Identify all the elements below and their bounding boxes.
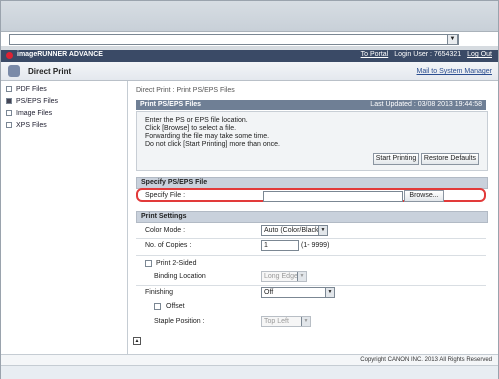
- sidebar-item-label: Image Files: [16, 110, 53, 117]
- two-sided-label: Print 2-Sided: [156, 260, 197, 267]
- chevron-down-icon: ▼: [297, 272, 306, 281]
- bullet-icon: [6, 98, 12, 105]
- staple-label: Staple Position :: [154, 318, 205, 325]
- binding-value: Long Edge: [264, 273, 298, 280]
- scroll-top-icon[interactable]: ▲: [133, 337, 141, 345]
- panel-title-bar: Print PS/EPS Files Last Updated : 03/08 …: [136, 100, 486, 110]
- sidebar-item-xps[interactable]: XPS Files: [6, 121, 47, 131]
- bullet-icon: [6, 86, 12, 93]
- two-sided-checkbox[interactable]: [145, 260, 152, 267]
- sidebar-item-label: PS/EPS Files: [16, 98, 59, 105]
- sidebar: PDF Files PS/EPS Files Image Files XPS F…: [1, 81, 128, 354]
- finishing-select[interactable]: Off ▼: [261, 287, 335, 298]
- offset-row: Offset: [136, 300, 486, 314]
- main-content: Direct Print : Print PS/EPS Files Print …: [131, 81, 497, 354]
- finishing-value: Off: [264, 289, 274, 296]
- browse-button[interactable]: Browse...: [404, 190, 444, 202]
- instruction-line: Enter the PS or EPS file location.: [145, 117, 248, 124]
- binding-label: Binding Location: [154, 273, 206, 280]
- header-links: To Portal Login User : 7654321 Log Out: [357, 51, 492, 58]
- browser-toolbar: [1, 1, 498, 32]
- staple-select[interactable]: Top Left ▼: [261, 316, 311, 327]
- binding-select[interactable]: Long Edge ▼: [261, 271, 307, 282]
- breadcrumb: Direct Print : Print PS/EPS Files: [136, 87, 235, 94]
- print-settings-section-title: Print Settings: [136, 211, 488, 223]
- staple-row: Staple Position : Top Left ▼: [136, 315, 486, 329]
- copies-input[interactable]: 1: [261, 240, 299, 251]
- file-path-input[interactable]: [263, 191, 403, 202]
- page-header: Direct Print Mail to System Manager: [1, 62, 498, 81]
- color-mode-select[interactable]: Auto (Color/Black) ▼: [261, 225, 328, 236]
- two-sided-row: Print 2-Sided: [136, 257, 486, 271]
- finishing-label: Finishing: [145, 289, 174, 296]
- copies-row: No. of Copies : 1 (1- 9999): [136, 239, 486, 253]
- chevron-down-icon: ▼: [325, 288, 334, 297]
- staple-value: Top Left: [264, 318, 289, 325]
- instructions-panel: Enter the PS or EPS file location. Click…: [136, 111, 488, 171]
- browser-window: ▼ imageRUNNER ADVANCE To Portal Login Us…: [0, 0, 499, 379]
- offset-label: Offset: [166, 303, 185, 310]
- portal-link[interactable]: To Portal: [361, 51, 389, 58]
- color-mode-value: Auto (Color/Black): [264, 227, 321, 234]
- bullet-icon: [6, 122, 12, 129]
- login-user: Login User : 7654321: [394, 51, 462, 58]
- copies-label: No. of Copies :: [145, 242, 192, 249]
- panel-title: Print PS/EPS Files: [140, 101, 202, 108]
- instruction-line: Click [Browse] to select a file.: [145, 125, 237, 132]
- sidebar-item-label: XPS Files: [16, 122, 47, 129]
- specify-file-row: Specify File : Browse...: [136, 188, 486, 202]
- restore-defaults-button[interactable]: Restore Defaults: [421, 153, 479, 165]
- instruction-line: Forwarding the file may take some time.: [145, 133, 270, 140]
- last-updated: Last Updated : 03/08 2013 19:44:58: [370, 101, 482, 108]
- offset-checkbox[interactable]: [154, 303, 161, 310]
- sidebar-item-ps-eps[interactable]: PS/EPS Files: [6, 97, 58, 107]
- color-mode-label: Color Mode :: [145, 227, 186, 234]
- color-mode-row: Color Mode : Auto (Color/Black) ▼: [136, 224, 486, 238]
- canon-logo-icon: [6, 52, 13, 59]
- start-printing-button[interactable]: Start Printing: [373, 153, 419, 165]
- copyright-text: Copyright CANON INC. 2013 All Rights Res…: [360, 357, 492, 363]
- logout-link[interactable]: Log Out: [467, 51, 492, 58]
- brand-title: imageRUNNER ADVANCE: [17, 51, 103, 58]
- app-header: imageRUNNER ADVANCE To Portal Login User…: [1, 50, 498, 62]
- bullet-icon: [6, 110, 12, 117]
- status-bar: [1, 365, 498, 379]
- sidebar-item-image[interactable]: Image Files: [6, 109, 52, 119]
- mail-link[interactable]: Mail to System Manager: [417, 68, 492, 75]
- sidebar-item-pdf[interactable]: PDF Files: [6, 85, 47, 95]
- address-bar[interactable]: [9, 34, 459, 45]
- direct-print-icon: [8, 65, 20, 77]
- divider: [136, 255, 486, 256]
- instruction-line: Do not click [Start Printing] more than …: [145, 141, 281, 148]
- address-dropdown-icon[interactable]: ▼: [447, 34, 458, 45]
- chevron-down-icon: ▼: [301, 317, 310, 326]
- sidebar-item-label: PDF Files: [16, 86, 47, 93]
- chevron-down-icon: ▼: [318, 226, 327, 235]
- finishing-row: Finishing Off ▼: [136, 286, 486, 300]
- copies-range: (1- 9999): [301, 242, 330, 249]
- footer: Copyright CANON INC. 2013 All Rights Res…: [1, 354, 498, 365]
- binding-row: Binding Location Long Edge ▼: [136, 270, 486, 284]
- page-title: Direct Print: [28, 67, 72, 76]
- specify-file-label: Specify File :: [145, 192, 186, 199]
